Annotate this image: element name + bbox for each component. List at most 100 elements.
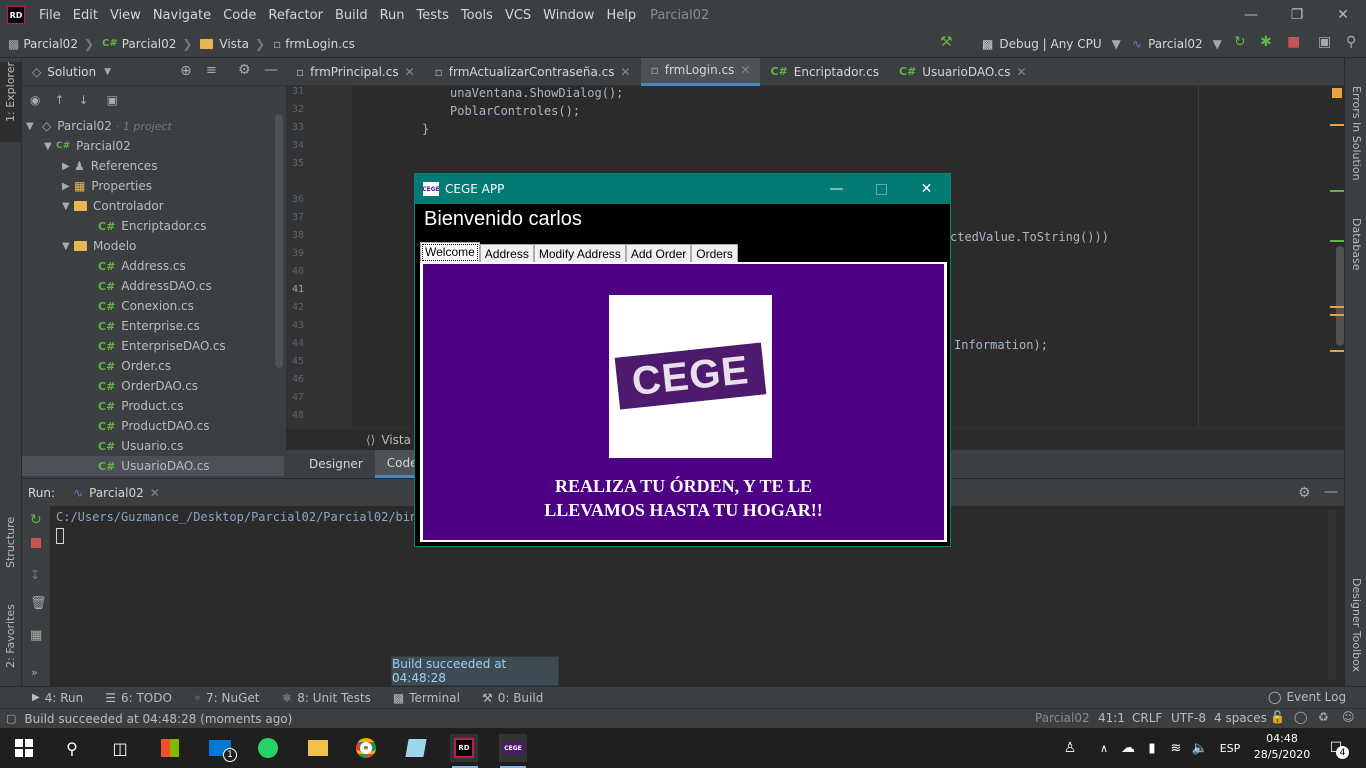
task-view-icon[interactable]: ◫ [106, 734, 134, 762]
menu-edit[interactable]: Edit [67, 8, 104, 23]
structure-tool-tab[interactable]: Structure [4, 517, 17, 568]
editor-scrollbar[interactable] [1336, 246, 1344, 346]
chrome-icon[interactable] [352, 734, 380, 762]
gear-icon[interactable]: ⚙ [238, 62, 251, 78]
tree-item-file[interactable]: C# Order.cs [98, 356, 171, 376]
people-icon[interactable]: ♙ [1056, 734, 1084, 762]
tree-item-file[interactable]: C# Encriptador.cs [98, 216, 206, 236]
rerun-icon[interactable]: ↻ [30, 512, 42, 528]
warning-marker[interactable] [1330, 314, 1344, 316]
stop-icon[interactable]: ■ [1287, 34, 1300, 50]
tree-item-file[interactable]: C# Conexion.cs [98, 296, 194, 316]
mail-icon[interactable]: 1 [206, 734, 237, 762]
tree-item-modelo[interactable]: ▼ Modelo [62, 236, 136, 256]
designer-toolbox-tab[interactable]: Designer Toolbox [1350, 578, 1363, 672]
volume-icon[interactable]: 🔈 [1186, 734, 1214, 762]
stop-icon[interactable] [31, 538, 41, 548]
warning-status-icon[interactable] [1332, 88, 1342, 98]
close-icon[interactable]: ✕ [740, 63, 750, 77]
locate-icon[interactable]: ⊕ [180, 63, 192, 79]
tool-tab-unit-tests[interactable]: ⚛ 8: Unit Tests [281, 691, 370, 705]
file-explorer-icon[interactable] [304, 734, 332, 762]
tab-add-order[interactable]: Add Order [625, 244, 692, 263]
breadcrumb-solution[interactable]: ▩ Parcial02 ❯ [0, 37, 94, 51]
close-icon[interactable]: ✕ [1017, 65, 1027, 79]
expand-down-icon[interactable]: ↓ [79, 93, 89, 107]
errors-tool-tab[interactable]: Errors In Solution [1350, 86, 1363, 181]
tool-tab-event-log[interactable]: ◯ Event Log [1268, 690, 1346, 704]
favorites-tool-tab[interactable]: 2: Favorites [4, 604, 17, 668]
status-message[interactable]: Build succeeded at 04:48:28 (moments ago… [24, 712, 292, 726]
app-icon[interactable] [402, 734, 430, 762]
status-indent[interactable]: 4 spaces [1214, 711, 1267, 725]
lock-icon[interactable]: 🔓 [1270, 710, 1285, 724]
inspection-icon[interactable]: ◯ [1294, 710, 1307, 724]
search-icon[interactable]: ⚲ [58, 734, 86, 762]
windows-start-icon[interactable] [10, 734, 38, 762]
explorer-tool-tab[interactable]: 1: Explorer [4, 62, 17, 122]
tool-tab-nuget[interactable]: ◦ 7: NuGet [194, 691, 260, 705]
hide-panel-icon[interactable]: — [264, 62, 278, 78]
menu-tests[interactable]: Tests [411, 8, 455, 23]
tab-frmactualizarcontrasena[interactable]: ▫ frmActualizarContraseña.cs ✕ [425, 58, 641, 86]
menu-tools[interactable]: Tools [455, 8, 499, 23]
tree-item-file[interactable]: C# EnterpriseDAO.cs [98, 336, 226, 356]
tab-welcome[interactable]: Welcome [420, 242, 480, 263]
memory-icon[interactable]: ♻ [1318, 710, 1329, 724]
language-indicator[interactable]: ESP [1216, 734, 1244, 762]
menu-view[interactable]: View [104, 8, 147, 23]
tree-item-file-selected[interactable]: C# UsuarioDAO.cs [22, 456, 284, 476]
status-position[interactable]: 41:1 [1098, 711, 1125, 725]
configuration-dropdown[interactable]: ▩ Debug | Any CPU ▼ [982, 34, 1121, 54]
breadcrumb-file[interactable]: ▫ frmLogin.cs [265, 37, 355, 51]
whatsapp-icon[interactable] [254, 734, 282, 762]
rerun-icon[interactable]: ↻ [1234, 34, 1246, 50]
layout-icon[interactable]: ▣ [1318, 34, 1331, 50]
solution-view-dropdown[interactable]: Solution [47, 65, 96, 79]
hide-panel-icon[interactable]: — [1324, 484, 1338, 500]
scroll-end-icon[interactable]: ↧ [30, 568, 40, 582]
maximize-button[interactable]: ❐ [1274, 0, 1320, 30]
build-notification[interactable]: Build succeeded at 04:48:28 [391, 656, 559, 686]
status-encoding[interactable]: UTF-8 [1171, 711, 1206, 725]
debug-bug-icon[interactable]: ✱ [1260, 34, 1272, 50]
menu-code[interactable]: Code [217, 8, 262, 23]
show-all-icon[interactable]: ◉ [30, 93, 40, 107]
run-scrollbar[interactable] [1328, 510, 1336, 680]
minimize-button[interactable]: — [1228, 0, 1274, 30]
tree-item-project[interactable]: ▼ C# Parcial02 [44, 136, 131, 156]
change-marker[interactable] [1330, 190, 1344, 192]
solution-scrollbar[interactable] [275, 114, 283, 368]
menu-navigate[interactable]: Navigate [147, 8, 217, 23]
tree-item-file[interactable]: C# Address.cs [98, 256, 186, 276]
tool-tab-todo[interactable]: ☰ 6: TODO [105, 691, 172, 705]
tree-item-file[interactable]: C# Enterprise.cs [98, 316, 200, 336]
tool-tab-terminal[interactable]: ▩ Terminal [393, 691, 460, 705]
tab-designer[interactable]: Designer [297, 450, 375, 478]
tree-item-file[interactable]: C# Usuario.cs [98, 436, 183, 456]
tree-item-file[interactable]: C# ProductDAO.cs [98, 416, 210, 436]
gear-icon[interactable]: ⚙ [1298, 485, 1311, 501]
collapse-icon[interactable]: ≡ [206, 63, 217, 78]
tree-item-file[interactable]: C# AddressDAO.cs [98, 276, 212, 296]
run-config-tab[interactable]: Parcial02 [89, 486, 144, 500]
menu-refactor[interactable]: Refactor [262, 8, 329, 23]
breadcrumb-project[interactable]: C# Parcial02 ❯ [94, 37, 192, 51]
app-maximize-button[interactable]: □ [859, 174, 904, 204]
tree-item-references[interactable]: ▶ ♟ References [62, 156, 157, 176]
cege-taskbar-icon[interactable]: CEGE [499, 734, 527, 762]
layout-icon[interactable]: ▦ [30, 628, 42, 643]
tab-address[interactable]: Address [479, 244, 534, 263]
tab-orders[interactable]: Orders [691, 244, 738, 263]
tab-frmlogin[interactable]: ▫ frmLogin.cs ✕ [640, 57, 761, 86]
expand-up-icon[interactable]: ↑ [54, 93, 64, 107]
tab-frmprincipal[interactable]: ▫ frmPrincipal.cs ✕ [286, 58, 425, 86]
tool-tab-build[interactable]: ⚒ 0: Build [482, 691, 543, 705]
tree-root[interactable]: ▼ ◇ Parcial02 · 1 project [22, 116, 276, 136]
close-icon[interactable]: ✕ [621, 65, 631, 79]
tab-modify-address[interactable]: Modify Address [533, 244, 626, 263]
close-icon[interactable]: ✕ [405, 65, 415, 79]
warning-marker[interactable] [1330, 350, 1344, 352]
notification-icon[interactable]: ☐ 4 [1322, 734, 1350, 762]
trash-icon[interactable]: 🗑 [30, 596, 47, 611]
